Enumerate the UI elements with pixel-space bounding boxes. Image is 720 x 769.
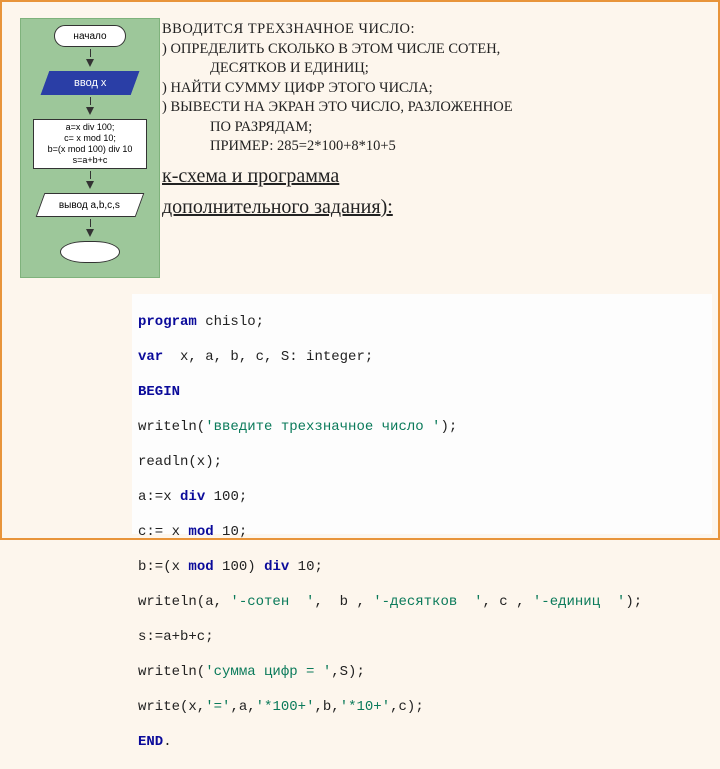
kw-div: div [180, 489, 205, 505]
code-text: x, a, b, c, S: integer; [163, 349, 373, 365]
code-text: readln(x); [138, 454, 222, 470]
arrow-icon [86, 107, 94, 115]
code-string: '=' [205, 699, 230, 715]
code-text: , c , [482, 594, 532, 610]
code-text: chislo; [197, 314, 264, 330]
flowchart-connector [90, 219, 91, 227]
code-text: ,S); [331, 664, 365, 680]
code-text: ); [625, 594, 642, 610]
task-line: ) ОПРЕДЕЛИТЬ СКОЛЬКО В ЭТОМ ЧИСЛЕ СОТЕН, [162, 40, 702, 60]
flowchart-process: a=x div 100; c= x mod 10; b=(x mod 100) … [33, 119, 147, 169]
code-block: program chislo; var x, a, b, c, S: integ… [132, 294, 712, 534]
kw-mod: mod [188, 524, 213, 540]
code-text: write(x, [138, 699, 205, 715]
code-text: c:= x [138, 524, 188, 540]
code-string: '-сотен ' [230, 594, 314, 610]
code-text: ,a, [230, 699, 255, 715]
task-line: ) ВЫВЕСТИ НА ЭКРАН ЭТО ЧИСЛО, РАЗЛОЖЕННО… [162, 98, 702, 118]
task-line: ) НАЙТИ СУММУ ЦИФР ЭТОГО ЧИСЛА; [162, 79, 702, 99]
code-text: ,b, [314, 699, 339, 715]
flowchart-end [60, 241, 120, 263]
kw-program: program [138, 314, 197, 330]
code-text: 10; [214, 524, 248, 540]
flowchart-connector [90, 97, 91, 105]
subtitle-1: к-схема и программа [162, 163, 702, 190]
code-text: writeln( [138, 664, 205, 680]
code-text: , b , [314, 594, 373, 610]
code-text: 100; [205, 489, 247, 505]
task-title: ВВОДИТСЯ ТРЕХЗНАЧНОЕ ЧИСЛО: [162, 20, 702, 40]
code-text: writeln( [138, 419, 205, 435]
arrow-icon [86, 59, 94, 67]
flowchart-panel: начало ввод x a=x div 100; c= x mod 10; … [20, 18, 160, 278]
code-string: 'сумма цифр = ' [205, 664, 331, 680]
subtitle-2: дополнительного задания): [162, 194, 702, 221]
flowchart-input-label: ввод x [74, 77, 106, 89]
code-text: writeln(a, [138, 594, 230, 610]
flowchart-connector [90, 49, 91, 57]
kw-mod: mod [188, 559, 213, 575]
code-text: ); [440, 419, 457, 435]
code-text: s:=a+b+c; [138, 629, 214, 645]
code-text: . [163, 734, 171, 750]
code-string: '*10+' [340, 699, 390, 715]
kw-div: div [264, 559, 289, 575]
flowchart-connector [90, 171, 91, 179]
kw-begin: BEGIN [138, 384, 180, 400]
code-string: '-десятков ' [373, 594, 482, 610]
task-text: ВВОДИТСЯ ТРЕХЗНАЧНОЕ ЧИСЛО: ) ОПРЕДЕЛИТЬ… [162, 20, 702, 221]
code-text: a:=x [138, 489, 180, 505]
code-text: 10; [289, 559, 323, 575]
flowchart-start: начало [54, 25, 126, 47]
task-line: ДЕСЯТКОВ И ЕДИНИЦ; [162, 59, 702, 79]
code-string: 'введите трехзначное число ' [205, 419, 440, 435]
kw-end: END [138, 734, 163, 750]
kw-var: var [138, 349, 163, 365]
flowchart-output-label: вывод a,b,c,s [59, 200, 120, 211]
task-example: ПРИМЕР: 285=2*100+8*10+5 [162, 137, 702, 157]
code-string: '*100+' [256, 699, 315, 715]
task-line: ПО РАЗРЯДАМ; [162, 118, 702, 138]
code-text: ,c); [390, 699, 424, 715]
code-text: 100) [214, 559, 264, 575]
code-string: '-единиц ' [533, 594, 625, 610]
flowchart-output: вывод a,b,c,s [36, 193, 145, 217]
arrow-icon [86, 229, 94, 237]
flowchart-input: ввод x [41, 71, 140, 95]
code-text: b:=(x [138, 559, 188, 575]
arrow-icon [86, 181, 94, 189]
